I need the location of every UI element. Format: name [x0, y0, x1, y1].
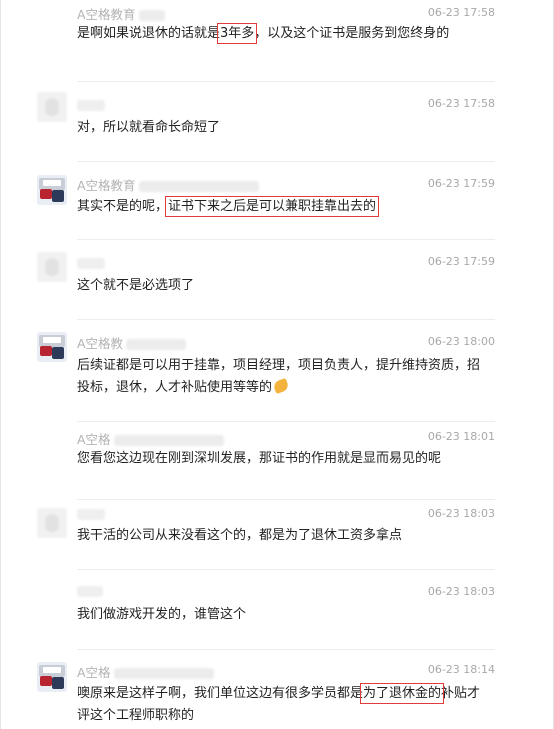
- avatar[interactable]: [37, 662, 67, 692]
- chat-message: A空格教育 06-23 17:58 是啊如果说退休的话就是3年多，以及这个证书是…: [1, 0, 553, 82]
- chat-message: 06-23 17:58 对，所以就看命长命短了: [1, 82, 553, 162]
- chat-message: A空格 06-23 18:01 您看您这边现在刚到深圳发展，那证书的作用就是显而…: [1, 422, 553, 500]
- message-time: 06-23 17:59: [427, 177, 495, 190]
- chat-message: 06-23 18:03 我们做游戏开发的，谁管这个: [1, 570, 553, 650]
- redacted-name: [113, 435, 224, 446]
- redacted-name: [77, 258, 105, 269]
- message-time: 06-23 17:59: [427, 255, 495, 268]
- message-time: 06-23 18:03: [427, 585, 495, 598]
- avatar[interactable]: [37, 252, 67, 282]
- message-text[interactable]: 我干活的公司从来没看这个的，都是为了退休工资多拿点: [77, 525, 482, 547]
- message-text[interactable]: 是啊如果说退休的话就是3年多，以及这个证书是服务到您终身的: [77, 23, 482, 45]
- message-text[interactable]: 我们做游戏开发的，谁管这个: [77, 604, 482, 626]
- redacted-name: [77, 509, 105, 520]
- chat-history-panel[interactable]: A空格教育 06-23 17:58 是啊如果说退休的话就是3年多，以及这个证书是…: [0, 0, 554, 729]
- message-text[interactable]: 这个就不是必选项了: [77, 275, 482, 297]
- redacted-name: [77, 586, 103, 597]
- message-text[interactable]: 后续证都是可以用于挂靠，项目经理，项目负责人，提升维持资质，招投标，退休，人才补…: [77, 355, 482, 399]
- sender-name: A空格教育: [77, 4, 165, 23]
- sender-name: A空格: [77, 662, 214, 681]
- redacted-name: [113, 668, 214, 679]
- sender-name: A空格教育: [77, 175, 259, 194]
- message-time: 06-23 18:01: [427, 430, 495, 443]
- avatar[interactable]: [37, 508, 67, 538]
- highlight-box: 3年多: [216, 23, 258, 44]
- redacted-name: [126, 339, 187, 350]
- avatar[interactable]: [37, 175, 67, 205]
- avatar[interactable]: [37, 92, 67, 122]
- message-text[interactable]: 您看您这边现在刚到深圳发展，那证书的作用就是显而易见的呢: [77, 448, 482, 470]
- chat-message: 06-23 17:59 这个就不是必选项了: [1, 240, 553, 320]
- highlight-box: 为了退休金的: [360, 683, 445, 704]
- message-time: 06-23 17:58: [427, 6, 495, 19]
- chat-message: A空格教 06-23 18:00 后续证都是可以用于挂靠，项目经理，项目负责人，…: [1, 320, 553, 422]
- message-time: 06-23 18:00: [427, 335, 495, 348]
- message-time: 06-23 17:58: [427, 97, 495, 110]
- message-time: 06-23 18:14: [427, 663, 495, 676]
- redacted-name: [138, 10, 165, 21]
- redacted-name: [77, 100, 105, 111]
- muscle-emoji-icon: [272, 377, 290, 395]
- redacted-name: [138, 181, 259, 192]
- highlight-box: 证书下来之后是可以兼职挂靠出去的: [165, 196, 380, 217]
- message-text[interactable]: 对，所以就看命长命短了: [77, 117, 482, 139]
- sender-name: A空格教: [77, 333, 187, 352]
- avatar[interactable]: [37, 332, 67, 362]
- message-text[interactable]: 噢原来是这样子啊，我们单位这边有很多学员都是为了退休金的补贴才评这个工程师职称的: [77, 683, 482, 727]
- message-text[interactable]: 其实不是的呢，证书下来之后是可以兼职挂靠出去的: [77, 196, 482, 218]
- chat-message: A空格教育 06-23 17:59 其实不是的呢，证书下来之后是可以兼职挂靠出去…: [1, 162, 553, 240]
- message-time: 06-23 18:03: [427, 507, 495, 520]
- chat-message: 06-23 18:03 我干活的公司从来没看这个的，都是为了退休工资多拿点: [1, 500, 553, 570]
- chat-message: A空格 06-23 18:14 噢原来是这样子啊，我们单位这边有很多学员都是为了…: [1, 650, 553, 729]
- sender-name: A空格: [77, 429, 224, 448]
